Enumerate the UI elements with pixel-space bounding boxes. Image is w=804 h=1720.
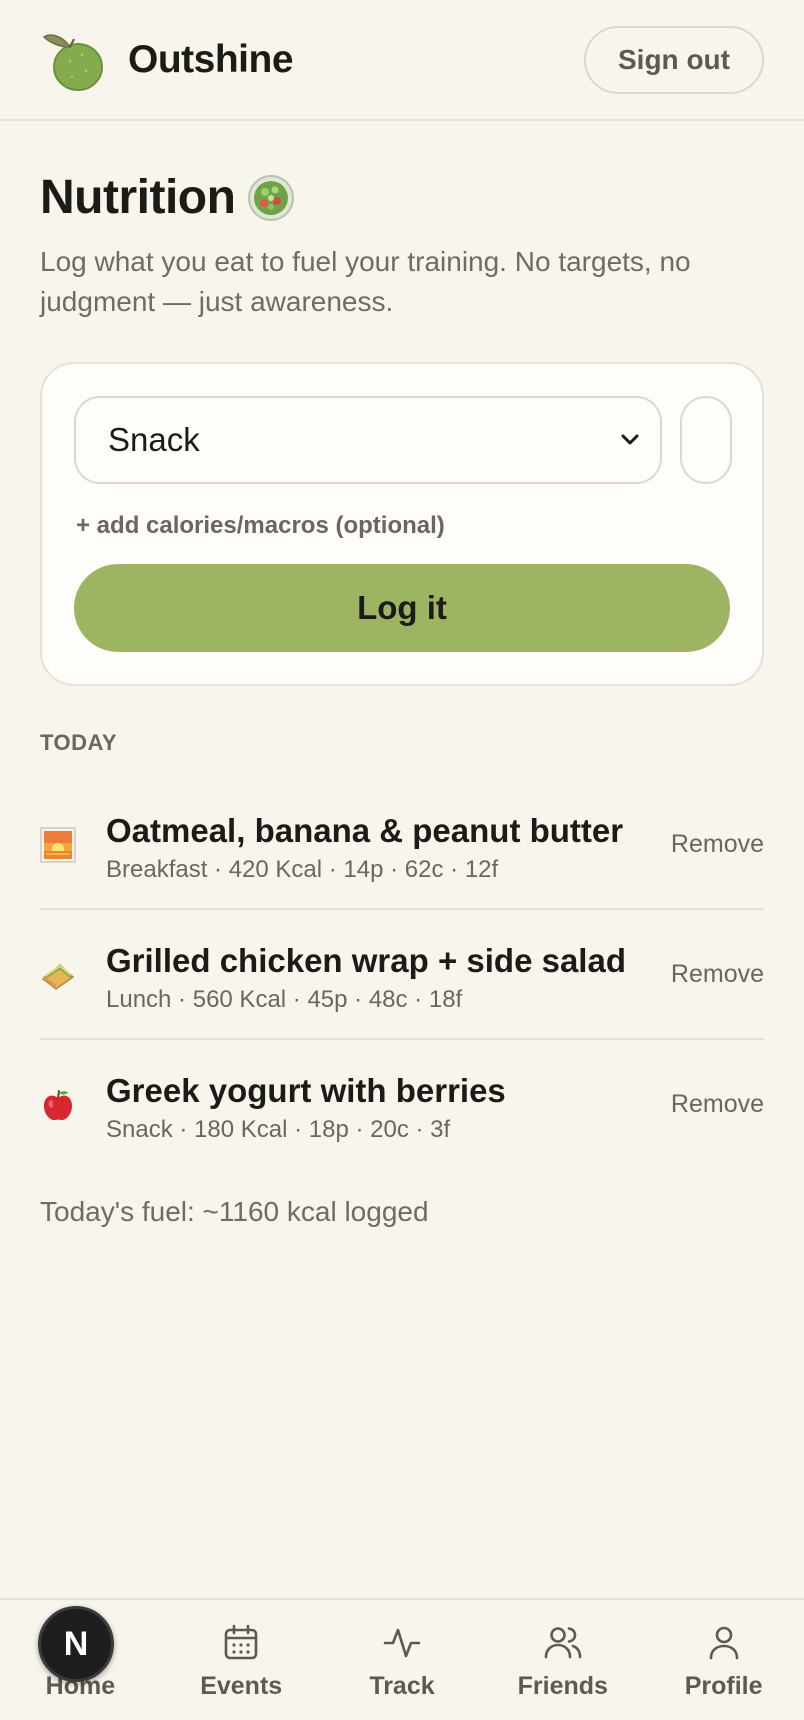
dev-badge-letter: N bbox=[63, 1624, 89, 1663]
today-entries-list: Oatmeal, banana & peanut butter Breakfas… bbox=[40, 780, 764, 1170]
salad-bowl-icon bbox=[248, 174, 295, 221]
nav-item-profile[interactable]: Profile bbox=[643, 1600, 804, 1720]
brand[interactable]: Outshine bbox=[40, 25, 294, 95]
entry-name: Grilled chicken wrap + side salad bbox=[106, 942, 626, 979]
lime-logo-icon bbox=[42, 33, 103, 91]
nav-label: Events bbox=[200, 1672, 283, 1700]
nav-label: Track bbox=[369, 1672, 435, 1700]
daily-fuel-summary: Today's fuel: ~1160 kcal logged bbox=[40, 1196, 429, 1227]
sunrise-icon bbox=[40, 827, 76, 863]
meal-type-select[interactable]: Snack bbox=[74, 396, 662, 484]
log-it-button[interactable]: Log it bbox=[74, 564, 730, 652]
sign-out-button[interactable]: Sign out bbox=[584, 25, 764, 94]
page-title: Nutrition bbox=[40, 171, 236, 224]
app-name: Outshine bbox=[128, 37, 294, 81]
food-input[interactable] bbox=[680, 396, 732, 484]
apple-icon bbox=[44, 1090, 72, 1121]
list-item: Oatmeal, banana & peanut butter Breakfas… bbox=[40, 780, 764, 910]
entry-meta: Lunch · 560 Kcal · 45p · 48c · 18f bbox=[106, 986, 463, 1013]
profile-icon bbox=[709, 1626, 738, 1660]
page-heading: Nutrition bbox=[40, 170, 295, 225]
nutrition-page: Outshine Sign out Nutrition Log what you… bbox=[0, 0, 804, 1720]
chevron-down-icon bbox=[621, 434, 639, 445]
list-item: Greek yogurt with berries Snack · 180 Kc… bbox=[40, 1040, 764, 1170]
page-subtitle: Log what you eat to fuel your training. … bbox=[40, 246, 691, 317]
activity-icon bbox=[383, 1628, 421, 1658]
entry-meta: Breakfast · 420 Kcal · 14p · 62c · 12f bbox=[106, 856, 499, 883]
list-item: Grilled chicken wrap + side salad Lunch … bbox=[40, 910, 764, 1040]
entry-name: Oatmeal, banana & peanut butter bbox=[106, 812, 624, 849]
dev-indicator-badge[interactable]: N bbox=[38, 1606, 114, 1682]
remove-button[interactable]: Remove bbox=[671, 1090, 764, 1119]
app-header: Outshine Sign out bbox=[0, 0, 804, 121]
calendar-icon bbox=[224, 1624, 258, 1660]
nav-label: Profile bbox=[684, 1672, 763, 1700]
remove-button[interactable]: Remove bbox=[671, 960, 764, 989]
meal-type-value: Snack bbox=[108, 421, 200, 458]
log-food-card: Snack + add calories/macros (optional) L… bbox=[40, 362, 764, 686]
friends-icon bbox=[544, 1627, 582, 1659]
sandwich-icon bbox=[41, 964, 75, 990]
add-macros-link[interactable]: + add calories/macros (optional) bbox=[76, 512, 445, 540]
remove-button[interactable]: Remove bbox=[671, 830, 764, 859]
nav-item-events[interactable]: Events bbox=[161, 1600, 322, 1720]
entry-name: Greek yogurt with berries bbox=[106, 1072, 506, 1109]
nav-label: Friends bbox=[517, 1672, 608, 1700]
nav-item-friends[interactable]: Friends bbox=[482, 1600, 643, 1720]
entry-meta: Snack · 180 Kcal · 18p · 20c · 3f bbox=[106, 1116, 451, 1143]
nav-item-track[interactable]: Track bbox=[322, 1600, 483, 1720]
bottom-nav: Home Events Track Friends Profile bbox=[0, 1598, 804, 1720]
today-section-label: TODAY bbox=[40, 730, 118, 755]
